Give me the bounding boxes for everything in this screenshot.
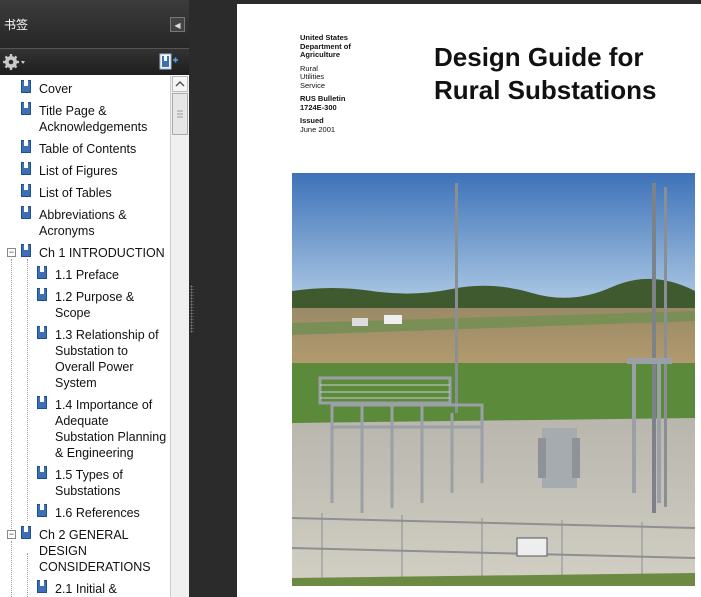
tree-line — [27, 259, 28, 521]
chevron-up-icon — [175, 80, 185, 87]
agency-block: United States Department of Agriculture … — [300, 33, 380, 134]
grip-icon — [177, 110, 183, 118]
bookmark-label: List of Tables — [39, 186, 112, 200]
scroll-up-button[interactable] — [172, 76, 188, 92]
bookmark-label-line2: Adequate — [55, 414, 109, 428]
bookmark-label-line2: Acknowledgements — [39, 120, 148, 134]
bookmark-label: 1.3 Relationship of — [55, 328, 159, 342]
bookmark-label-line3: CONSIDERATIONS — [39, 560, 151, 574]
bookmark-label-line2: DESIGN — [39, 544, 87, 558]
bookmark-label: Ch 2 GENERAL — [39, 528, 129, 542]
bookmark-label: Ch 1 INTRODUCTION — [39, 246, 165, 260]
scroll-thumb[interactable] — [172, 93, 188, 135]
bookmark-icon — [21, 80, 31, 93]
bookmarks-panel: 书签 ◀ Cover Title Page & Acknowledgements… — [0, 0, 189, 597]
document-title-line2: Rural Substations — [434, 75, 657, 105]
splitter-grip[interactable] — [190, 285, 194, 333]
bookmark-icon — [37, 580, 47, 593]
bookmarks-scrollbar[interactable] — [170, 76, 189, 597]
bookmark-label: 1.1 Preface — [55, 268, 119, 282]
collapse-panel-icon: ◀ — [174, 21, 181, 30]
collapse-toggle[interactable]: − — [7, 530, 16, 539]
bookmark-label: 1.5 Types of — [55, 468, 123, 482]
bookmark-label-line2: Substations — [55, 484, 121, 498]
issued-date: June 2001 — [300, 124, 336, 134]
collapse-toggle[interactable]: − — [7, 248, 16, 257]
bookmark-label: Title Page & — [39, 104, 107, 118]
substation-photo — [292, 173, 695, 586]
bookmarks-panel-title: 书签 — [4, 18, 29, 32]
bookmark-label: Cover — [39, 82, 73, 96]
panel-splitter[interactable] — [189, 0, 237, 597]
bookmark-label: Table of Contents — [39, 142, 137, 156]
bookmark-tree: Cover Title Page & Acknowledgements Tabl… — [0, 76, 170, 597]
tree-line — [11, 259, 12, 531]
bookmark-label-line4: System — [55, 376, 97, 390]
bookmark-label: 1.2 Purpose & — [55, 290, 135, 304]
bookmark-label-line3: Substation Planning — [55, 430, 167, 444]
bookmark-label: Abbreviations & — [39, 208, 127, 222]
tree-line — [11, 541, 12, 597]
bookmark-icon — [37, 504, 47, 517]
bookmark-label: 1.6 References — [55, 506, 140, 520]
bookmark-icon — [21, 206, 31, 219]
gear-icon[interactable] — [2, 52, 26, 72]
tree-line — [27, 553, 28, 597]
new-bookmark-icon[interactable] — [157, 53, 181, 71]
bookmark-icon — [21, 140, 31, 153]
document-title: Design Guide for Rural Substations — [434, 41, 699, 107]
bookmark-label-line2: Substation to — [55, 344, 128, 358]
bookmark-label: List of Figures — [39, 164, 118, 178]
bookmark-icon — [37, 326, 47, 339]
collapse-panel-button[interactable]: ◀ — [170, 17, 185, 32]
document-page: United States Department of Agriculture … — [237, 4, 701, 597]
bookmarks-toolbar — [0, 49, 189, 75]
bookmark-icon — [21, 244, 31, 257]
bookmark-label: 1.4 Importance of — [55, 398, 153, 412]
bookmark-label-line4: & Engineering — [55, 446, 134, 460]
agency-line: Service — [300, 80, 326, 90]
bookmark-label-line2: Scope — [55, 306, 91, 320]
bookmarks-panel-header: 书签 ◀ — [0, 0, 189, 49]
bookmark-label: 2.1 Initial & — [55, 582, 117, 596]
bookmark-icon — [21, 162, 31, 175]
bookmark-icon — [21, 526, 31, 539]
bookmark-icon — [21, 184, 31, 197]
bookmark-icon — [21, 102, 31, 115]
bookmark-label-line3: Overall Power — [55, 360, 134, 374]
bookmark-icon — [37, 466, 47, 479]
bookmark-icon — [37, 288, 47, 301]
bulletin-line: 1724E-300 — [300, 102, 337, 112]
document-title-line1: Design Guide for — [434, 42, 644, 72]
bookmark-label-line2: Acronyms — [39, 224, 95, 238]
bookmark-icon — [37, 266, 47, 279]
bookmark-icon — [37, 396, 47, 409]
agency-line: Agriculture — [300, 50, 341, 59]
